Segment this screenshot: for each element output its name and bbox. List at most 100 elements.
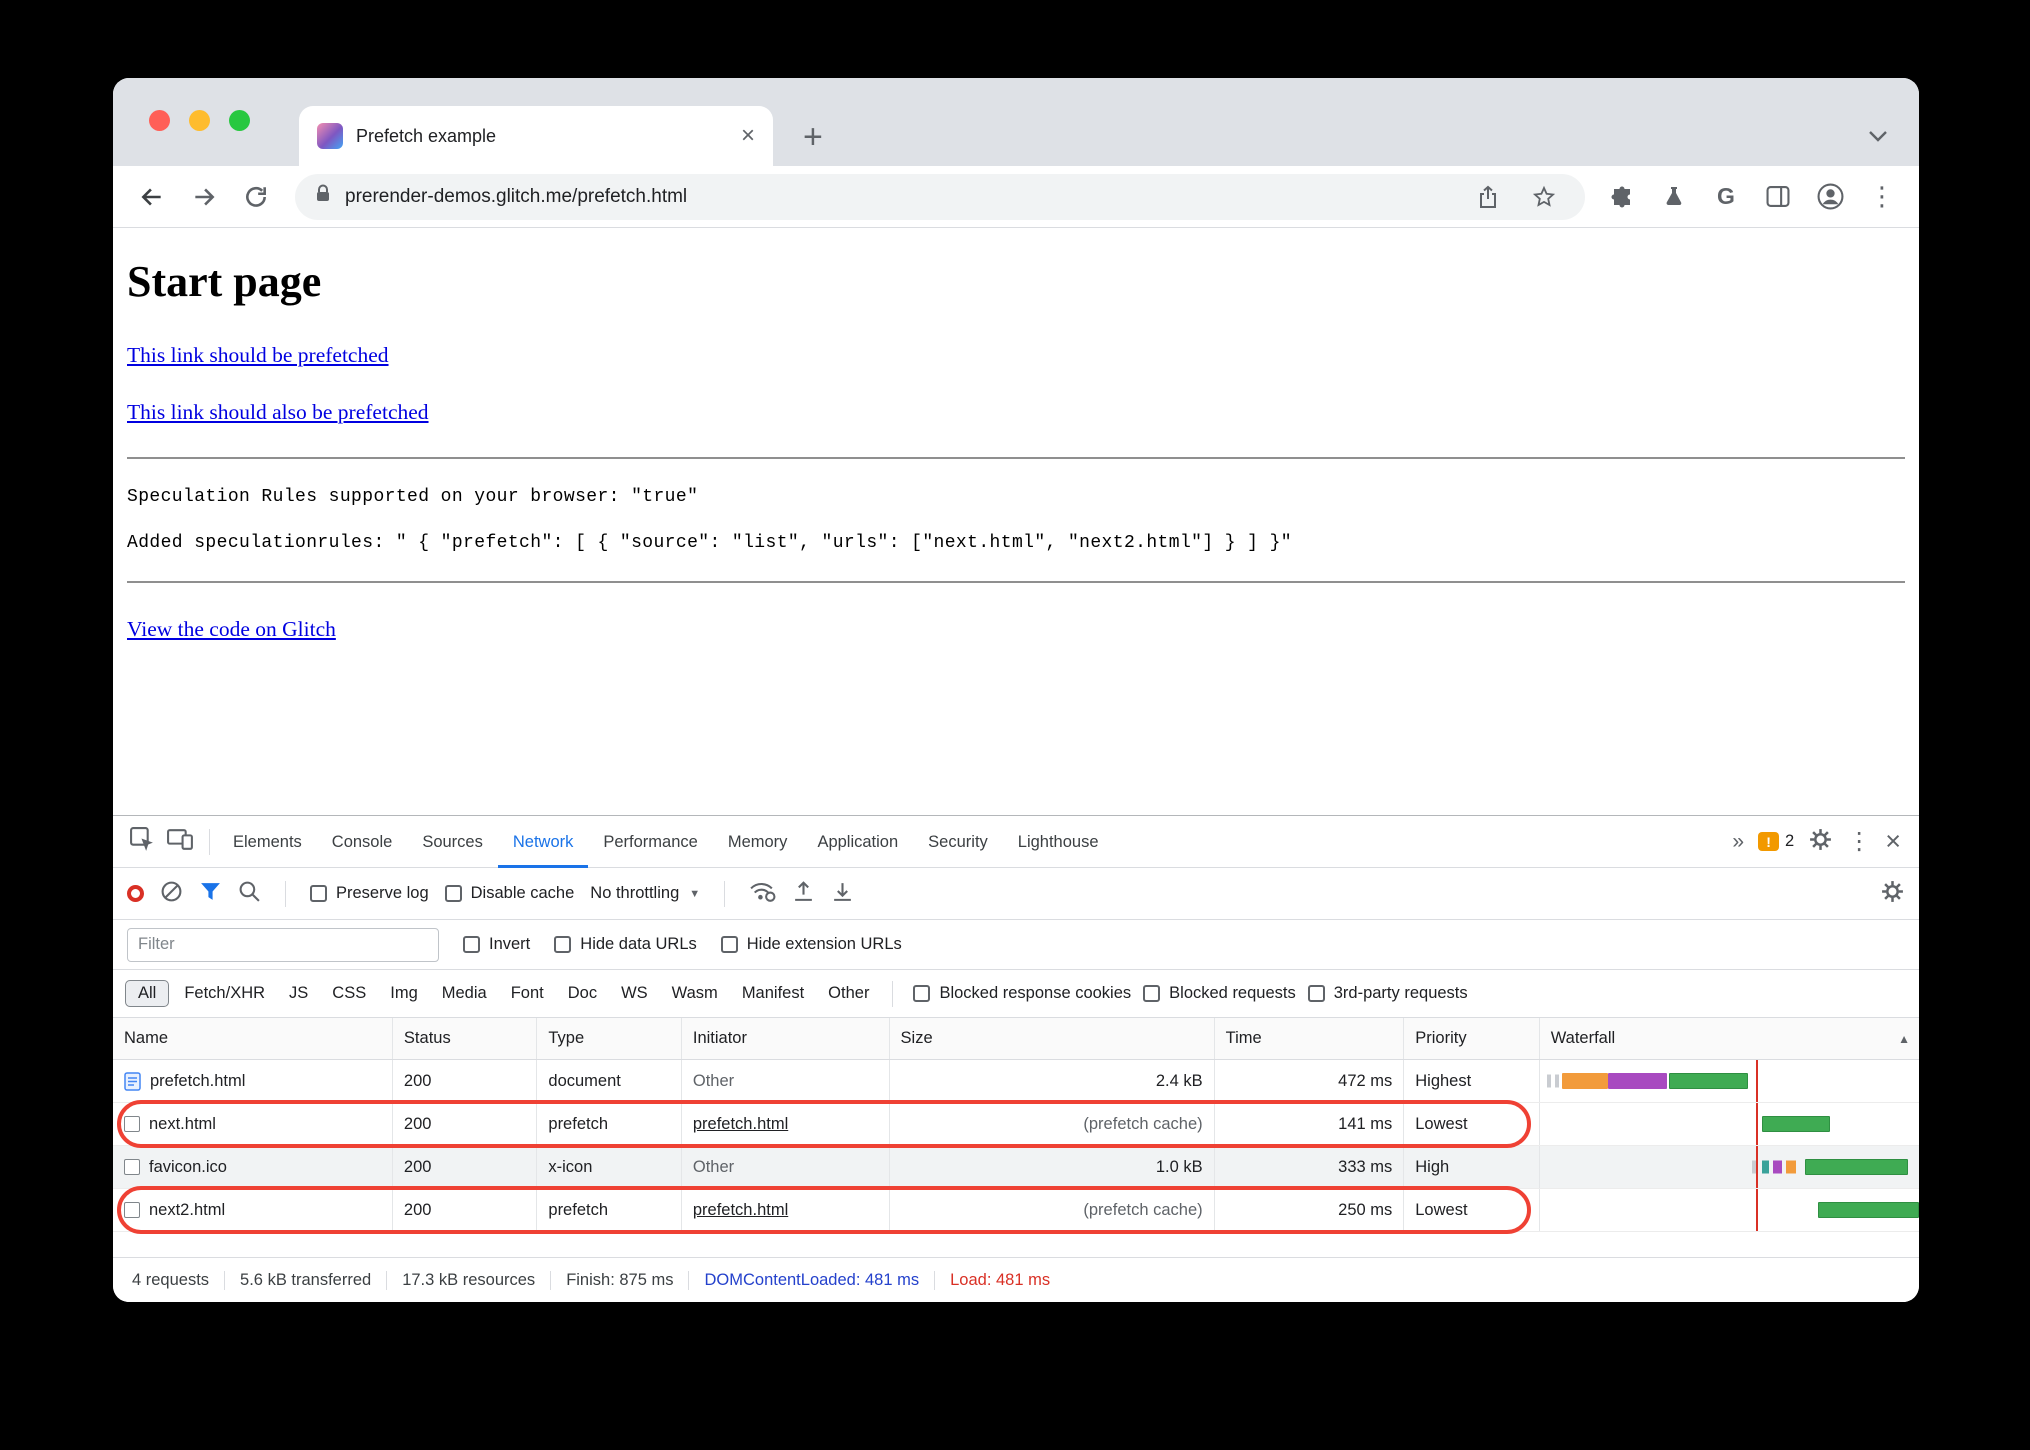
- tab-close-icon[interactable]: ×: [741, 124, 755, 148]
- prefetch-link-2[interactable]: This link should also be prefetched: [127, 400, 429, 424]
- record-network-log-button[interactable]: [127, 885, 144, 902]
- side-panel-icon[interactable]: [1757, 176, 1799, 218]
- filter-type-font[interactable]: Font: [502, 980, 553, 1007]
- export-har-icon[interactable]: [831, 880, 854, 908]
- inspect-element-icon[interactable]: [129, 826, 156, 858]
- google-extension-icon[interactable]: G: [1705, 176, 1747, 218]
- import-har-icon[interactable]: [792, 880, 815, 908]
- tab-memory[interactable]: Memory: [713, 816, 803, 868]
- request-checkbox[interactable]: [124, 1116, 140, 1132]
- address-bar[interactable]: prerender-demos.glitch.me/prefetch.html: [295, 173, 1585, 220]
- hide-extension-urls-checkbox[interactable]: [720, 936, 738, 953]
- invert-checkbox[interactable]: [463, 936, 480, 953]
- close-window-button[interactable]: [149, 110, 170, 131]
- hide-data-urls-checkbox[interactable]: [554, 936, 572, 953]
- tab-sources[interactable]: Sources: [407, 816, 498, 868]
- invert-toggle[interactable]: Invert: [463, 935, 530, 954]
- fullscreen-window-button[interactable]: [229, 110, 250, 131]
- filter-type-ws[interactable]: WS: [612, 980, 657, 1007]
- issues-counter[interactable]: ! 2: [1758, 832, 1794, 851]
- filter-type-manifest[interactable]: Manifest: [733, 980, 813, 1007]
- column-header-time[interactable]: Time: [1215, 1018, 1405, 1059]
- blocked-cookies-toggle[interactable]: Blocked response cookies: [913, 984, 1131, 1003]
- clear-network-log-icon[interactable]: [160, 880, 183, 908]
- tab-security[interactable]: Security: [913, 816, 1003, 868]
- devtools-menu-icon[interactable]: ⋮: [1847, 827, 1871, 856]
- filter-type-other[interactable]: Other: [819, 980, 878, 1007]
- filter-type-wasm[interactable]: Wasm: [663, 980, 727, 1007]
- search-icon[interactable]: [238, 880, 261, 908]
- request-name[interactable]: favicon.ico: [149, 1158, 227, 1177]
- request-name[interactable]: prefetch.html: [150, 1072, 245, 1091]
- network-settings-gear-icon[interactable]: [1880, 879, 1905, 909]
- forward-button[interactable]: [181, 174, 227, 220]
- tab-search-chevron-icon[interactable]: [1867, 129, 1889, 148]
- tab-application[interactable]: Application: [802, 816, 913, 868]
- request-row-favicon-ico[interactable]: favicon.ico 200 x-icon Other 1.0 kB 333 …: [113, 1146, 1919, 1189]
- device-toolbar-icon[interactable]: [166, 827, 195, 857]
- blocked-requests-toggle[interactable]: Blocked requests: [1143, 984, 1296, 1003]
- filter-type-doc[interactable]: Doc: [559, 980, 606, 1007]
- request-row-prefetch-html[interactable]: prefetch.html 200 document Other 2.4 kB …: [113, 1060, 1919, 1103]
- filter-type-js[interactable]: JS: [280, 980, 317, 1007]
- column-header-type[interactable]: Type: [537, 1018, 682, 1059]
- share-icon[interactable]: [1467, 176, 1509, 218]
- browser-menu-icon[interactable]: ⋮: [1861, 176, 1903, 218]
- hide-data-urls-toggle[interactable]: Hide data URLs: [554, 935, 697, 954]
- back-button[interactable]: [129, 174, 175, 220]
- flask-extension-icon[interactable]: [1653, 176, 1695, 218]
- request-row-next2-html[interactable]: next2.html 200 prefetch prefetch.html (p…: [113, 1186, 1919, 1234]
- filter-type-fetch-xhr[interactable]: Fetch/XHR: [175, 980, 274, 1007]
- request-initiator-link[interactable]: prefetch.html: [693, 1201, 788, 1220]
- filter-funnel-icon[interactable]: [199, 881, 222, 907]
- minimize-window-button[interactable]: [189, 110, 210, 131]
- tab-network[interactable]: Network: [498, 816, 589, 868]
- new-tab-button[interactable]: +: [803, 120, 823, 154]
- browser-tab[interactable]: Prefetch example ×: [299, 106, 773, 166]
- column-header-waterfall[interactable]: Waterfall ▲: [1540, 1018, 1919, 1059]
- bookmark-star-icon[interactable]: [1523, 176, 1565, 218]
- filter-type-media[interactable]: Media: [433, 980, 496, 1007]
- lock-icon[interactable]: [315, 184, 331, 209]
- tab-performance[interactable]: Performance: [588, 816, 712, 868]
- column-header-priority[interactable]: Priority: [1404, 1018, 1540, 1059]
- tab-lighthouse[interactable]: Lighthouse: [1003, 816, 1114, 868]
- filter-type-css[interactable]: CSS: [323, 980, 375, 1007]
- third-party-toggle[interactable]: 3rd-party requests: [1307, 984, 1468, 1003]
- filter-type-img[interactable]: Img: [381, 980, 427, 1007]
- glitch-code-link[interactable]: View the code on Glitch: [127, 617, 336, 641]
- preserve-log-toggle[interactable]: Preserve log: [310, 884, 429, 903]
- column-header-size[interactable]: Size: [890, 1018, 1215, 1059]
- throttling-dropdown[interactable]: No throttling ▼: [590, 884, 700, 903]
- more-tabs-icon[interactable]: »: [1732, 830, 1744, 854]
- tab-elements[interactable]: Elements: [218, 816, 317, 868]
- column-header-name[interactable]: Name: [113, 1018, 393, 1059]
- request-initiator-link[interactable]: prefetch.html: [693, 1115, 788, 1134]
- request-name[interactable]: next.html: [149, 1115, 216, 1134]
- disable-cache-toggle[interactable]: Disable cache: [444, 884, 574, 903]
- third-party-checkbox[interactable]: [1307, 985, 1325, 1002]
- request-row-next-html[interactable]: next.html 200 prefetch prefetch.html (pr…: [113, 1100, 1919, 1148]
- request-name[interactable]: next2.html: [149, 1201, 225, 1220]
- devtools-close-icon[interactable]: ×: [1885, 828, 1901, 855]
- hide-extension-urls-toggle[interactable]: Hide extension URLs: [720, 935, 902, 954]
- column-header-initiator[interactable]: Initiator: [682, 1018, 890, 1059]
- network-conditions-icon[interactable]: [749, 880, 776, 908]
- column-header-status[interactable]: Status: [393, 1018, 538, 1059]
- blocked-cookies-checkbox[interactable]: [913, 985, 931, 1002]
- url-text[interactable]: prerender-demos.glitch.me/prefetch.html: [345, 186, 1453, 208]
- blocked-requests-checkbox[interactable]: [1143, 985, 1161, 1002]
- load-event-line: [1755, 1189, 1759, 1231]
- profile-avatar-icon[interactable]: [1809, 176, 1851, 218]
- preserve-log-checkbox[interactable]: [310, 885, 327, 902]
- tab-console[interactable]: Console: [317, 816, 408, 868]
- network-filter-input[interactable]: [127, 927, 439, 962]
- devtools-settings-gear-icon[interactable]: [1808, 827, 1833, 857]
- request-checkbox[interactable]: [124, 1159, 140, 1175]
- reload-button[interactable]: [233, 174, 279, 220]
- filter-type-all[interactable]: All: [125, 980, 170, 1007]
- extensions-puzzle-icon[interactable]: [1601, 176, 1643, 218]
- request-checkbox[interactable]: [124, 1202, 140, 1218]
- prefetch-link-1[interactable]: This link should be prefetched: [127, 343, 389, 367]
- disable-cache-checkbox[interactable]: [444, 885, 462, 902]
